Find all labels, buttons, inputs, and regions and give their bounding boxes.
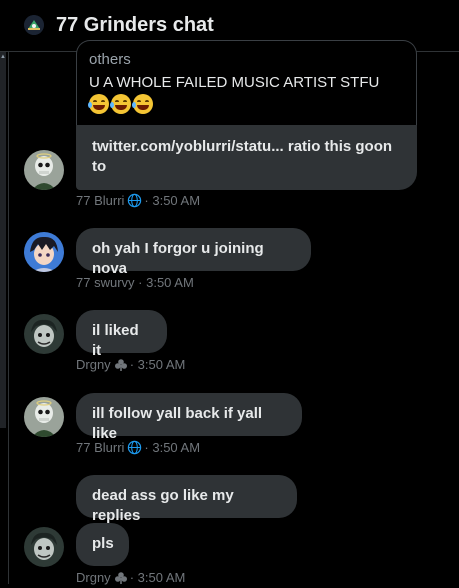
- message-text: ill follow yall back if yall like: [92, 405, 263, 442]
- message-bubble[interactable]: dead ass go like my replies: [76, 475, 297, 524]
- scrollbar[interactable]: [0, 52, 6, 428]
- timestamp: · 3:50 AM: [144, 193, 201, 208]
- message-bubble[interactable]: oh yah I forgor u joining nova: [76, 228, 311, 277]
- avatar[interactable]: [24, 527, 64, 567]
- author-name[interactable]: 77 Blurri: [76, 193, 124, 208]
- author-name[interactable]: 77 swurvy: [76, 275, 135, 290]
- author-name[interactable]: Drgny: [76, 570, 111, 585]
- timestamp: · 3:50 AM: [144, 440, 201, 455]
- quoted-tweet-emojis: [88, 94, 155, 116]
- avatar[interactable]: [24, 397, 64, 437]
- message-meta: Drgny · 3:50 AM: [76, 357, 185, 375]
- quoted-tweet-text: U A WHOLE FAILED MUSIC ARTIST STFU: [89, 74, 380, 91]
- panel-divider: [8, 52, 9, 584]
- avatar[interactable]: [24, 232, 64, 272]
- club-icon: [114, 358, 128, 375]
- scroll-up-icon[interactable]: ▲: [0, 54, 6, 60]
- message-meta: 77 swurvy · 3:50 AM: [76, 275, 194, 290]
- message-text: pls: [92, 535, 114, 552]
- message-bubble[interactable]: twitter.com/yoblurri/statu... ratio this…: [76, 125, 417, 190]
- message-bubble[interactable]: il liked it: [76, 310, 167, 359]
- laughing-emoji-icon: [88, 94, 109, 114]
- message-bubble[interactable]: ill follow yall back if yall like: [76, 393, 302, 442]
- laughing-emoji-icon: [132, 94, 153, 114]
- message-text: dead ass go like my replies: [92, 487, 234, 524]
- author-name[interactable]: Drgny: [76, 357, 111, 372]
- message-link-text[interactable]: twitter.com/yoblurri/statu... ratio this…: [92, 138, 392, 175]
- timestamp: · 3:50 AM: [138, 275, 194, 290]
- globe-icon: [127, 440, 142, 458]
- message-meta: 77 Blurri · 3:50 AM: [76, 440, 200, 458]
- globe-icon: [127, 193, 142, 211]
- quoted-tweet-card[interactable]: others U A WHOLE FAILED MUSIC ARTIST STF…: [76, 40, 417, 126]
- avatar[interactable]: [24, 150, 64, 190]
- message-text: il liked it: [92, 322, 139, 359]
- author-name[interactable]: 77 Blurri: [76, 440, 124, 455]
- message-meta: 77 Blurri · 3:50 AM: [76, 193, 200, 211]
- laughing-emoji-icon: [110, 94, 131, 114]
- group-avatar[interactable]: [24, 15, 44, 35]
- quoted-tweet-context: others: [89, 51, 131, 68]
- conversation-title[interactable]: 77 Grinders chat: [56, 14, 214, 37]
- timestamp: · 3:50 AM: [129, 357, 186, 372]
- timestamp: · 3:50 AM: [129, 570, 186, 585]
- message-bubble[interactable]: pls: [76, 523, 129, 566]
- message-text: oh yah I forgor u joining nova: [92, 240, 264, 277]
- avatar[interactable]: [24, 314, 64, 354]
- message-meta: Drgny · 3:50 AM: [76, 570, 185, 588]
- club-icon: [114, 571, 128, 588]
